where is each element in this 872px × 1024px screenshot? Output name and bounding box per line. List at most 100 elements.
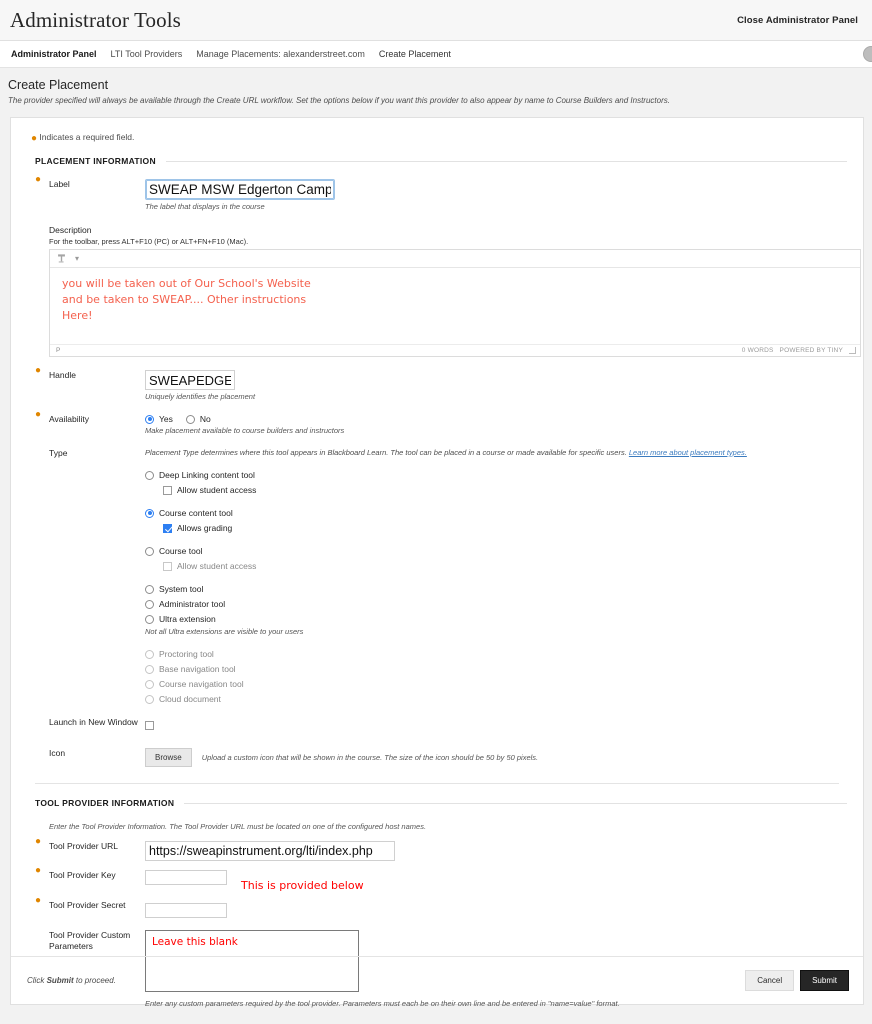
- close-administrator-panel-button[interactable]: Close Administrator Panel: [737, 15, 858, 26]
- learn-more-link[interactable]: Learn more about placement types.: [629, 448, 747, 457]
- submit-instruction: Click Submit to proceed.: [27, 976, 116, 985]
- availability-no-radio[interactable]: [185, 414, 195, 424]
- label-text: Availability: [49, 414, 90, 424]
- chevron-down-icon[interactable]: ▾: [75, 254, 79, 263]
- section-title: PLACEMENT INFORMATION: [35, 156, 156, 166]
- handle-input[interactable]: [145, 370, 235, 390]
- submit-instruction-suffix: to proceed.: [73, 976, 116, 985]
- admin-tools-title: Administrator Tools: [10, 7, 181, 32]
- breadcrumb-item-lti-tool-providers[interactable]: LTI Tool Providers: [104, 49, 190, 59]
- handle-hint: Uniquely identifies the placement: [145, 392, 256, 401]
- tool-provider-secret-input[interactable]: [145, 902, 227, 918]
- checkbox-label[interactable]: Allow student access: [177, 485, 256, 495]
- description-toolbar-hint: For the toolbar, press ALT+F10 (PC) or A…: [49, 237, 249, 246]
- type-option-label: Proctoring tool: [159, 649, 214, 659]
- create-placement-form-card: ● Indicates a required field. PLACEMENT …: [10, 117, 864, 1008]
- type-option-label[interactable]: Administrator tool: [159, 599, 225, 609]
- ultra-extension-radio[interactable]: [145, 614, 154, 624]
- admin-topbar: Administrator Tools Close Administrator …: [0, 0, 872, 41]
- checkbox-label[interactable]: Allows grading: [177, 523, 232, 533]
- availability-yes-radio[interactable]: [145, 414, 154, 424]
- type-option-course-navigation-tool: Course navigation tool: [145, 679, 847, 689]
- deep-linking-allow-student-access-row[interactable]: Allow student access: [163, 485, 847, 495]
- course-content-tool-radio[interactable]: [145, 508, 154, 518]
- allow-student-access-checkbox: [163, 561, 172, 571]
- system-tool-radio[interactable]: [145, 584, 154, 594]
- editor-line-1: you will be taken out of Our School's We…: [62, 277, 311, 290]
- field-row-handle: ● Handle Uniquely identifies the placeme…: [27, 366, 847, 402]
- breadcrumb-item-create-placement[interactable]: Create Placement: [372, 49, 458, 59]
- course-navigation-tool-radio: [145, 679, 154, 689]
- label-text: Type: [49, 448, 68, 458]
- type-option-course-tool[interactable]: Course tool: [145, 546, 847, 556]
- breadcrumb-item-manage-placements[interactable]: Manage Placements: alexanderstreet.com: [189, 49, 372, 59]
- allow-student-access-checkbox[interactable]: [163, 485, 172, 495]
- proctoring-tool-radio: [145, 649, 154, 659]
- launch-new-window-label: Launch in New Window: [27, 717, 145, 735]
- editor-powered-by: POWERED BY TINY: [779, 347, 843, 354]
- page-header: Create Placement The provider specified …: [0, 68, 872, 111]
- type-option-label[interactable]: Deep Linking content tool: [159, 470, 255, 480]
- type-option-label[interactable]: Course content tool: [159, 508, 233, 518]
- editor-word-count: 0 WORDS: [741, 347, 774, 354]
- type-option-administrator-tool[interactable]: Administrator tool: [145, 599, 847, 609]
- required-star-icon: ●: [31, 133, 38, 144]
- section-header-placement-information: PLACEMENT INFORMATION: [35, 156, 847, 166]
- section-divider: [165, 160, 847, 162]
- editor-resize-handle[interactable]: [849, 347, 856, 354]
- launch-new-window-checkbox[interactable]: [145, 721, 154, 730]
- type-option-label[interactable]: Course tool: [159, 546, 202, 556]
- availability-field-label: ● Availability: [35, 409, 90, 425]
- description-rich-text-editor[interactable]: ▾ you will be taken out of Our School's …: [49, 249, 861, 357]
- editor-line-2: and be taken to SWEAP.... Other instruct…: [62, 292, 307, 306]
- submit-button[interactable]: Submit: [800, 970, 849, 991]
- type-option-deep-linking[interactable]: Deep Linking content tool: [145, 470, 847, 480]
- label-input[interactable]: [145, 179, 335, 200]
- course-tool-allow-student-access-row: Allow student access: [163, 561, 847, 571]
- provider-intro-text: Enter the Tool Provider Information. The…: [49, 822, 427, 831]
- help-circle-icon[interactable]: [863, 46, 872, 62]
- field-row-tool-provider-secret: ● Tool Provider Secret: [27, 896, 847, 918]
- allows-grading-checkbox[interactable]: [163, 523, 172, 533]
- format-brush-icon[interactable]: [56, 253, 67, 264]
- type-option-course-content-tool[interactable]: Course content tool: [145, 508, 847, 518]
- label-text: Tool Provider URL: [49, 841, 118, 851]
- icon-field-label: Icon: [27, 748, 145, 767]
- field-row-tool-provider-key: ● Tool Provider Key This is provided bel…: [27, 866, 847, 893]
- type-option-ultra-extension[interactable]: Ultra extension: [145, 614, 847, 624]
- course-tool-radio[interactable]: [145, 546, 154, 556]
- type-option-label[interactable]: Ultra extension: [159, 614, 216, 624]
- breadcrumb-item-administrator-panel[interactable]: Administrator Panel: [4, 49, 104, 59]
- availability-hint: Make placement available to course build…: [145, 426, 345, 435]
- type-option-label: Base navigation tool: [159, 664, 236, 674]
- form-footer: Click Submit to proceed. Cancel Submit: [11, 956, 863, 1004]
- field-row-launch-new-window: Launch in New Window: [27, 717, 847, 735]
- provider-annotation-text: This is provided below: [241, 879, 364, 892]
- submit-instruction-strong: Submit: [46, 976, 74, 985]
- description-label: Description: [49, 225, 92, 235]
- tool-provider-key-input[interactable]: [145, 870, 227, 885]
- editor-status-bar: P 0 WORDS POWERED BY TINY: [50, 344, 860, 356]
- allows-grading-row[interactable]: Allows grading: [163, 523, 847, 533]
- editor-content-area[interactable]: you will be taken out of Our School's We…: [50, 268, 860, 344]
- page-title: Create Placement: [8, 78, 109, 92]
- availability-yes-label[interactable]: Yes: [159, 414, 173, 424]
- type-option-base-navigation-tool: Base navigation tool: [145, 664, 847, 674]
- page-description: The provider specified will always be av…: [8, 96, 670, 105]
- browse-icon-button[interactable]: Browse: [145, 748, 192, 767]
- availability-no-label[interactable]: No: [200, 414, 211, 424]
- type-option-label: Course navigation tool: [159, 679, 244, 689]
- section-divider: [184, 802, 847, 804]
- field-row-description: Description For the toolbar, press ALT+F…: [27, 225, 861, 357]
- type-option-label[interactable]: System tool: [159, 584, 203, 594]
- type-option-system-tool[interactable]: System tool: [145, 584, 847, 594]
- tool-provider-url-input[interactable]: [145, 841, 395, 861]
- cancel-button[interactable]: Cancel: [745, 970, 795, 991]
- administrator-tool-radio[interactable]: [145, 599, 154, 609]
- field-row-label: ● Label The label that displays in the c…: [27, 175, 847, 211]
- field-row-icon: Icon Browse Upload a custom icon that wi…: [27, 748, 847, 767]
- editor-toolbar[interactable]: ▾: [50, 250, 860, 268]
- editor-line-3: Here!: [62, 308, 93, 322]
- deep-linking-radio[interactable]: [145, 470, 154, 480]
- breadcrumb: Administrator Panel LTI Tool Providers M…: [0, 41, 872, 68]
